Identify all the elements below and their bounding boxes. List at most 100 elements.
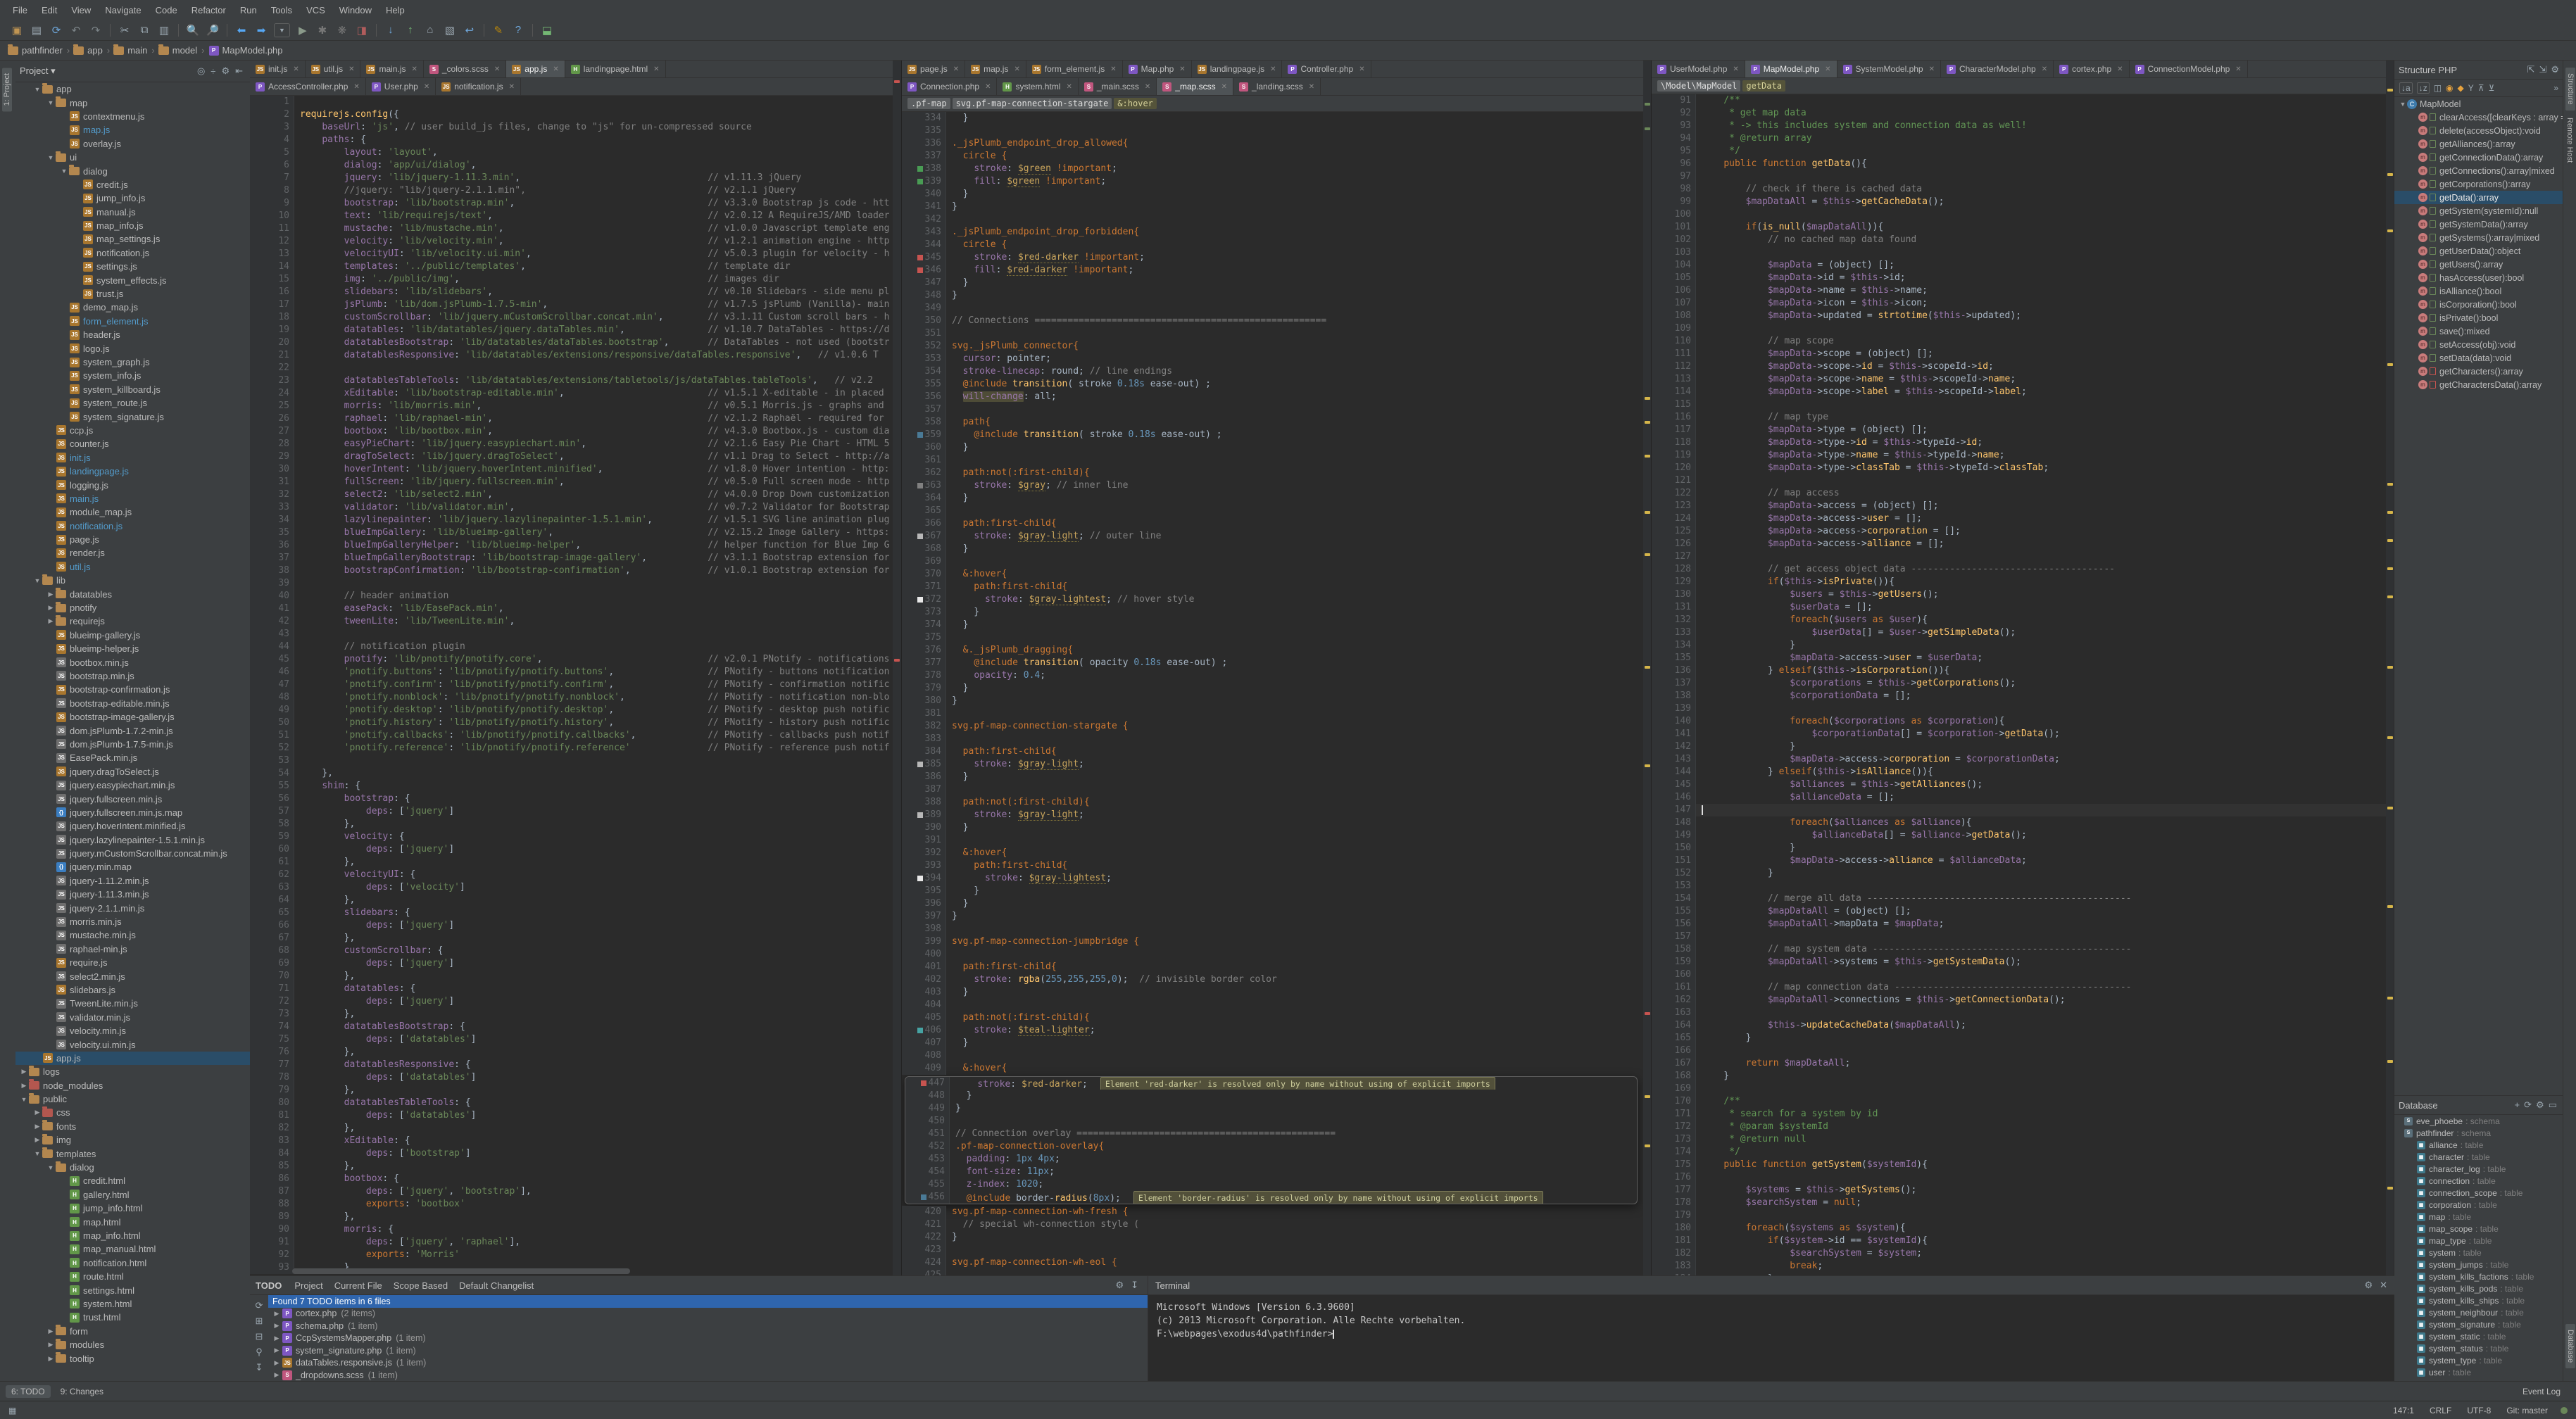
- code-area[interactable]: 91 /**92 * get map data93 * -> this incl…: [1652, 94, 2394, 1275]
- show-inherited-icon[interactable]: ◫: [2434, 83, 2442, 93]
- project-tree-item-tooltip[interactable]: ▶tooltip: [15, 1351, 250, 1365]
- database-item-user[interactable]: ▦user: table: [2394, 1366, 2563, 1378]
- project-tree-item-map_info.html[interactable]: Hmap_info.html: [15, 1229, 250, 1242]
- database-item-system_kills_pods[interactable]: ▦system_kills_pods: table: [2394, 1282, 2563, 1294]
- project-tree-item-util.js[interactable]: JSutil.js: [15, 560, 250, 574]
- project-tree-item-manual.js[interactable]: JSmanual.js: [15, 206, 250, 219]
- tab-main.js[interactable]: JSmain.js✕: [360, 61, 423, 77]
- menu-help[interactable]: Help: [379, 5, 412, 15]
- find-icon[interactable]: 🔍: [184, 22, 202, 39]
- project-tree-item-module_map.js[interactable]: JSmodule_map.js: [15, 505, 250, 519]
- project-tree-item-dom.jsPlumb-1.7.5-min.js[interactable]: JSdom.jsPlumb-1.7.5-min.js: [15, 738, 250, 751]
- project-tree-item-init.js[interactable]: JSinit.js: [15, 451, 250, 465]
- structure-method-getSystemData[interactable]: mgetSystemData():array: [2394, 217, 2563, 231]
- close-icon[interactable]: ✕: [494, 65, 500, 73]
- tab-map.js[interactable]: JSmap.js✕: [965, 61, 1026, 77]
- settings-icon[interactable]: ✎: [489, 22, 508, 39]
- sync-icon[interactable]: ⟳: [47, 22, 65, 39]
- color-preview-chip[interactable]: [917, 267, 923, 273]
- todo-tool-icon[interactable]: ↧: [256, 1362, 263, 1373]
- project-tree-item-morris.min.js[interactable]: JSmorris.min.js: [15, 915, 250, 928]
- close-icon[interactable]: ✕: [1309, 83, 1314, 91]
- todo-file-cortex.php[interactable]: ▶Pcortex.php(2 items): [268, 1308, 1148, 1320]
- project-tree-item-notification.html[interactable]: Hnotification.html: [15, 1256, 250, 1270]
- more-icon[interactable]: »: [2553, 83, 2558, 93]
- project-tree-item-system_route.js[interactable]: JSsystem_route.js: [15, 396, 250, 410]
- color-preview-chip[interactable]: [917, 432, 923, 438]
- database-item-map_type[interactable]: ▦map_type: table: [2394, 1235, 2563, 1247]
- project-tree-item-jquery.mCustomScrollbar.concat.min.js[interactable]: JSjquery.mCustomScrollbar.concat.min.js: [15, 847, 250, 860]
- close-icon[interactable]: ✕: [2042, 65, 2047, 73]
- todo-tab-scope-based[interactable]: Scope Based: [394, 1280, 448, 1291]
- breadcrumb-item[interactable]: PMapModel.php: [208, 45, 283, 56]
- structure-method-getConnectionData[interactable]: mgetConnectionData():array: [2394, 151, 2563, 164]
- project-tree-item-modules[interactable]: ▶modules: [15, 1338, 250, 1351]
- group-methods-icon[interactable]: Y: [2468, 83, 2474, 93]
- close-icon[interactable]: ✕: [953, 65, 959, 73]
- toolwindow-button-event-log[interactable]: Event Log: [2517, 1385, 2566, 1398]
- hector-inspection-icon[interactable]: [2561, 1407, 2568, 1414]
- close-icon[interactable]: ✕: [1733, 65, 1738, 73]
- todo-tool-icon[interactable]: ⚲: [256, 1347, 263, 1358]
- tab-page.js[interactable]: JSpage.js✕: [902, 61, 965, 77]
- close-icon[interactable]: ✕: [985, 83, 991, 91]
- structure-class-row[interactable]: ▼CMapModel: [2394, 97, 2563, 111]
- tool-stripe-database[interactable]: Database: [2565, 1324, 2575, 1368]
- database-item-corporation[interactable]: ▦corporation: table: [2394, 1199, 2563, 1211]
- project-tree-item-blueimp-gallery.js[interactable]: JSblueimp-gallery.js: [15, 629, 250, 642]
- project-tree-item-ccp.js[interactable]: JSccp.js: [15, 424, 250, 437]
- todo-header-icon[interactable]: ⚙: [1115, 1280, 1124, 1291]
- project-tree-item-map_settings.js[interactable]: JSmap_settings.js: [15, 232, 250, 246]
- close-icon[interactable]: ✕: [509, 83, 515, 91]
- color-preview-chip[interactable]: [917, 1028, 923, 1033]
- tab-notification.js[interactable]: JSnotification.js✕: [436, 78, 521, 95]
- structure-method-hasAccess[interactable]: mhasAccess(user):bool: [2394, 271, 2563, 284]
- project-tree-item-jquery.min.map[interactable]: {}jquery.min.map: [15, 860, 250, 874]
- menu-tools[interactable]: Tools: [264, 5, 299, 15]
- tab-landingpage.html[interactable]: Hlandingpage.html✕: [565, 61, 666, 77]
- menu-edit[interactable]: Edit: [34, 5, 64, 15]
- back-icon[interactable]: ⬅: [232, 22, 251, 39]
- project-tree-item-bootstrap-image-gallery.js[interactable]: JSbootstrap-image-gallery.js: [15, 710, 250, 724]
- structure-method-isAlliance[interactable]: misAlliance():bool: [2394, 284, 2563, 298]
- color-preview-chip[interactable]: [917, 597, 923, 603]
- tab-init.js[interactable]: JSinit.js✕: [250, 61, 306, 77]
- database-header-icon[interactable]: ⟳: [2524, 1099, 2532, 1110]
- menu-refactor[interactable]: Refactor: [184, 5, 233, 15]
- color-preview-chip[interactable]: [921, 1080, 926, 1086]
- project-tree-item-map_manual.html[interactable]: Hmap_manual.html: [15, 1242, 250, 1256]
- project-tree-item-main.js[interactable]: JSmain.js: [15, 492, 250, 505]
- cut-icon[interactable]: ✂: [115, 22, 134, 39]
- database-header-icon[interactable]: ▭: [2549, 1099, 2557, 1110]
- close-icon[interactable]: ✕: [1110, 65, 1116, 73]
- project-tree-item-jquery-1.11.3.min.js[interactable]: JSjquery-1.11.3.min.js: [15, 888, 250, 901]
- redo-icon[interactable]: ↷: [87, 22, 105, 39]
- context-chip[interactable]: getData: [1742, 80, 1785, 92]
- project-tree-item-fonts[interactable]: ▶fonts: [15, 1120, 250, 1133]
- close-icon[interactable]: ✕: [2117, 65, 2123, 73]
- project-tree-item-EasePack.min.js[interactable]: JSEasePack.min.js: [15, 751, 250, 764]
- context-chip[interactable]: svg.pf-map-connection-stargate: [953, 98, 1112, 109]
- toolwindow-button-9-Changes[interactable]: 9: Changes: [55, 1385, 109, 1398]
- project-tree-item-jump_info.html[interactable]: Hjump_info.html: [15, 1202, 250, 1215]
- project-tree-item-form_element.js[interactable]: JSform_element.js: [15, 315, 250, 328]
- project-tree-item-header.js[interactable]: JSheader.js: [15, 328, 250, 341]
- project-tree-item-node_modules[interactable]: ▶node_modules: [15, 1079, 250, 1092]
- tool-stripe-structure[interactable]: Structure: [2565, 68, 2575, 111]
- project-tree-item-logo.js[interactable]: JSlogo.js: [15, 341, 250, 355]
- project-tree-item-system.html[interactable]: Hsystem.html: [15, 1297, 250, 1311]
- tab-ConnectionModel.php[interactable]: PConnectionModel.php✕: [2130, 61, 2248, 77]
- close-icon[interactable]: ✕: [293, 65, 299, 73]
- tab-AccessController.php[interactable]: PAccessController.php✕: [250, 78, 366, 95]
- diff-icon[interactable]: ◨: [353, 22, 371, 39]
- database-item-alliance[interactable]: ▦alliance: table: [2394, 1139, 2563, 1151]
- run-icon[interactable]: ▶: [294, 22, 312, 39]
- sort-alpha-icon[interactable]: ↓a: [2399, 82, 2413, 94]
- tab-_colors.scss[interactable]: S_colors.scss✕: [424, 61, 506, 77]
- toolwindow-button-6-TODO[interactable]: 6: TODO: [6, 1385, 51, 1398]
- project-tree-item-dialog[interactable]: ▼dialog: [15, 164, 250, 177]
- project-tree-item-notification.js[interactable]: JSnotification.js: [15, 519, 250, 533]
- project-tree-item-blueimp-helper.js[interactable]: JSblueimp-helper.js: [15, 642, 250, 655]
- tab-form_element.js[interactable]: JSform_element.js✕: [1026, 61, 1123, 77]
- project-tree-item-settings.html[interactable]: Hsettings.html: [15, 1283, 250, 1297]
